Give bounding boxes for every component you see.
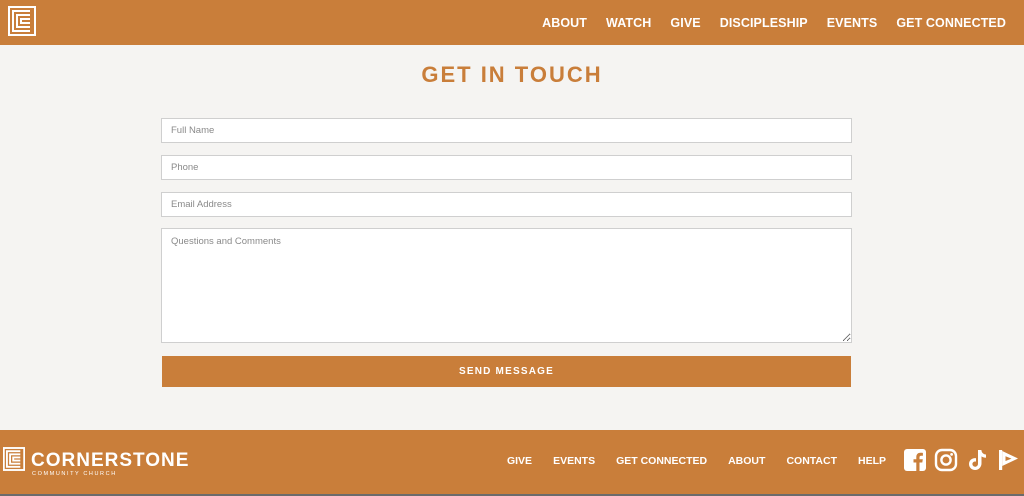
nav-get-connected[interactable]: GET CONNECTED: [896, 16, 1006, 30]
phone-input[interactable]: [161, 155, 852, 180]
brand-name: CORNERSTONE: [31, 450, 190, 471]
top-header: ABOUT WATCH GIVE DISCIPLESHIP EVENTS GET…: [0, 0, 1024, 45]
flag-icon[interactable]: [996, 448, 1020, 472]
brand-subtitle: COMMUNITY CHURCH: [32, 471, 117, 477]
nav-watch[interactable]: WATCH: [606, 16, 651, 30]
full-name-input[interactable]: [161, 118, 852, 143]
footer-nav: GIVE EVENTS GET CONNECTED ABOUT CONTACT …: [507, 430, 886, 492]
nav-discipleship[interactable]: DISCIPLESHIP: [720, 16, 808, 30]
page-title: GET IN TOUCH: [421, 62, 603, 87]
footer-nav-about[interactable]: ABOUT: [728, 455, 765, 467]
footer-logo-icon[interactable]: [2, 447, 26, 471]
footer-nav-help[interactable]: HELP: [858, 455, 886, 467]
site-footer: CORNERSTONE COMMUNITY CHURCH GIVE EVENTS…: [0, 430, 1024, 496]
instagram-icon[interactable]: [934, 448, 958, 472]
site-logo-icon[interactable]: [8, 6, 36, 36]
comments-textarea[interactable]: [161, 228, 852, 343]
tiktok-icon[interactable]: [965, 448, 989, 472]
footer-nav-give[interactable]: GIVE: [507, 455, 532, 467]
main-nav: ABOUT WATCH GIVE DISCIPLESHIP EVENTS GET…: [542, 0, 1006, 45]
nav-about[interactable]: ABOUT: [542, 16, 587, 30]
social-links: [903, 448, 1020, 472]
footer-nav-events[interactable]: EVENTS: [553, 455, 595, 467]
nav-events[interactable]: EVENTS: [827, 16, 878, 30]
footer-nav-get-connected[interactable]: GET CONNECTED: [616, 455, 707, 467]
email-input[interactable]: [161, 192, 852, 217]
nav-give[interactable]: GIVE: [670, 16, 700, 30]
facebook-icon[interactable]: [903, 448, 927, 472]
send-message-button[interactable]: SEND MESSAGE: [162, 356, 851, 387]
footer-nav-contact[interactable]: CONTACT: [786, 455, 837, 467]
